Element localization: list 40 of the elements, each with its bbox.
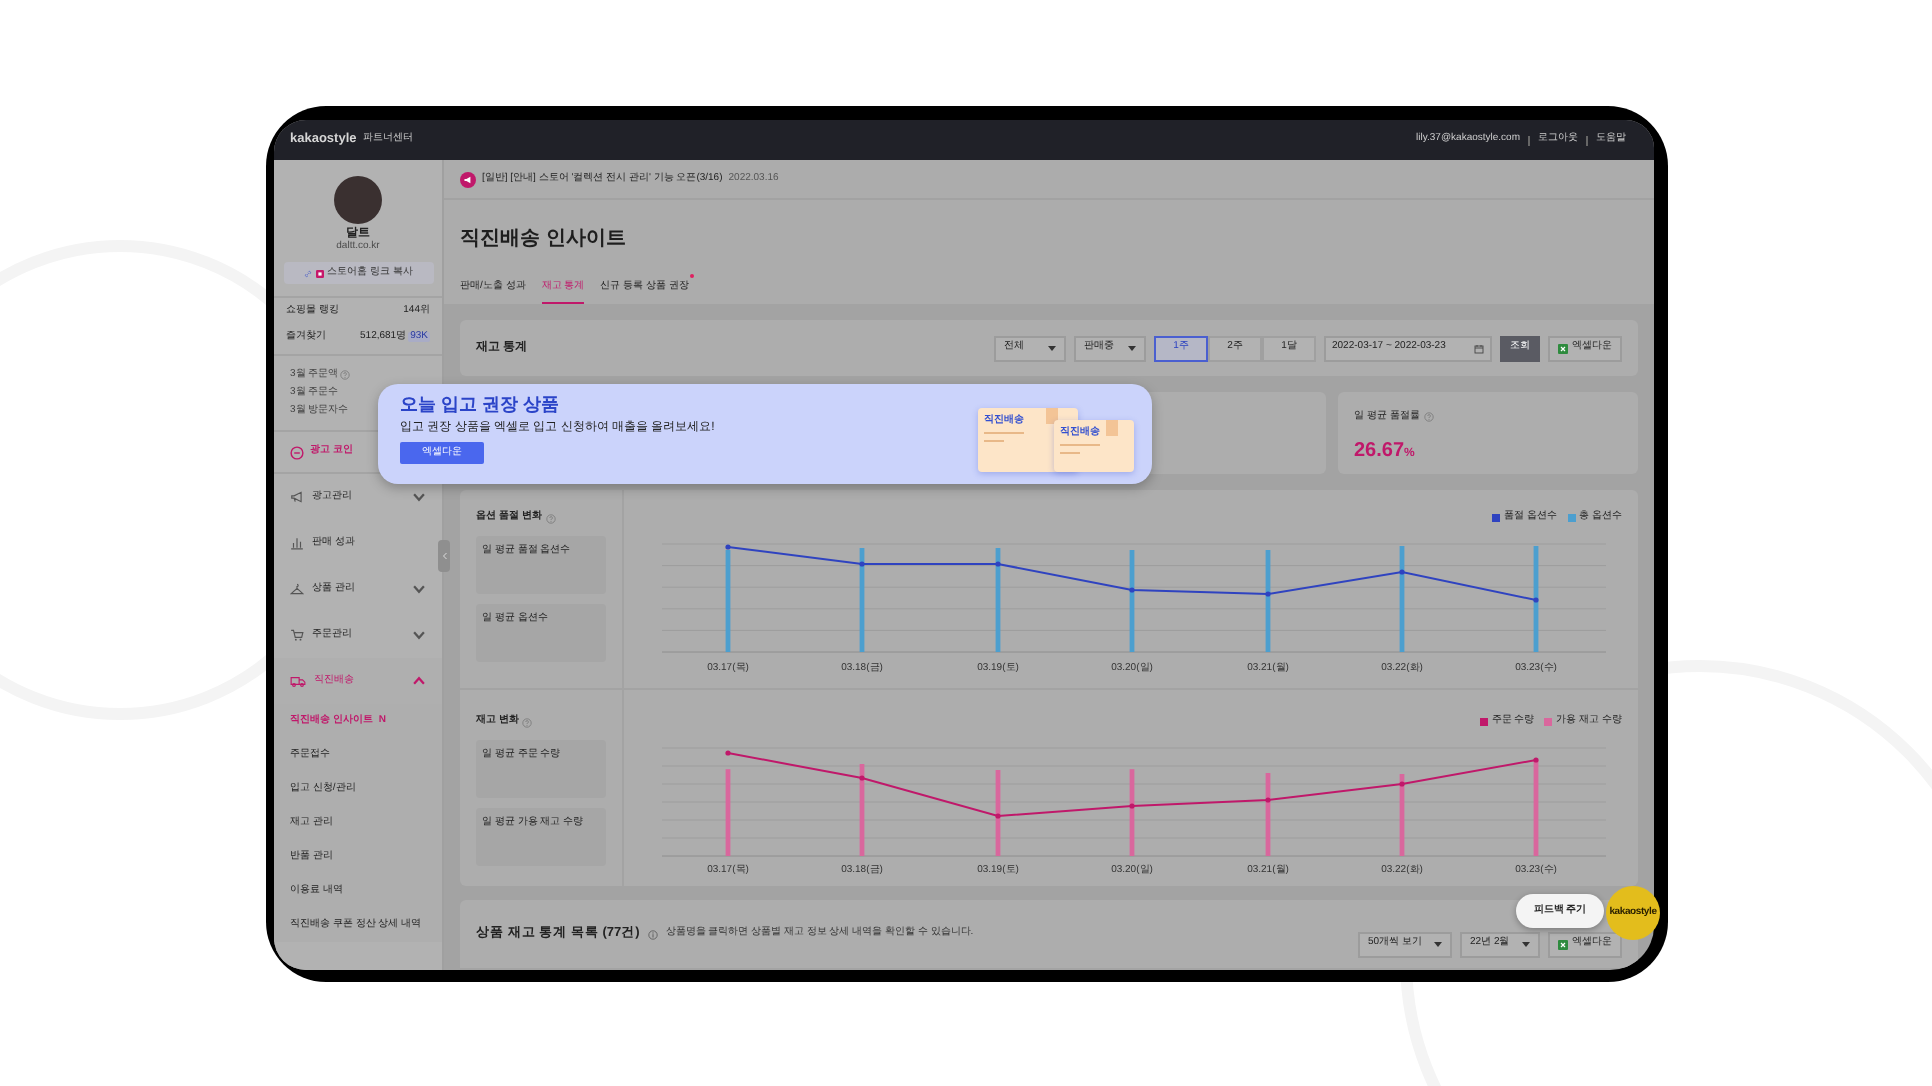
info-icon — [647, 929, 658, 939]
calendar-icon — [1474, 343, 1484, 353]
megaphone-icon — [290, 490, 304, 504]
chart-bar — [995, 548, 1001, 652]
truck-icon — [290, 674, 306, 688]
store-icon — [315, 269, 324, 277]
chart-bar — [1129, 769, 1135, 856]
spreadsheet-icon — [1558, 343, 1568, 353]
chart-bar — [725, 769, 731, 856]
megaphone-icon — [460, 171, 476, 187]
packing-tape — [1046, 408, 1058, 424]
popup-title: 오늘 입고 권장 상품 — [400, 396, 560, 414]
chart-bar — [995, 770, 1001, 856]
collapse-handle[interactable] — [438, 540, 450, 572]
chart-bar — [859, 764, 865, 856]
page-title: 직진배송 인사이트 — [460, 230, 626, 250]
hanger-icon — [290, 582, 304, 596]
help-icon — [545, 513, 556, 523]
caret-icon — [1048, 345, 1056, 351]
chart-bar — [1265, 773, 1271, 856]
chart-bar — [1399, 774, 1405, 856]
coin-icon — [290, 445, 304, 459]
chart-bar — [725, 550, 731, 652]
caret-icon — [1434, 941, 1442, 947]
help-icon — [522, 717, 533, 727]
chart-bar — [1265, 550, 1271, 652]
chart-bar — [1399, 546, 1405, 652]
spreadsheet-icon — [1558, 939, 1568, 949]
chart-bar — [859, 548, 865, 652]
bar-chart-icon — [290, 536, 304, 550]
chart-bar — [1533, 546, 1539, 652]
caret-icon — [1128, 345, 1136, 351]
packing-tape — [1106, 420, 1118, 436]
help-icon — [1423, 412, 1434, 423]
avatar — [334, 176, 382, 224]
cart-icon — [290, 628, 304, 642]
chart-bar — [1129, 550, 1135, 652]
link-icon — [303, 269, 312, 277]
chart-bar — [1533, 760, 1539, 856]
caret-icon — [1522, 941, 1530, 947]
